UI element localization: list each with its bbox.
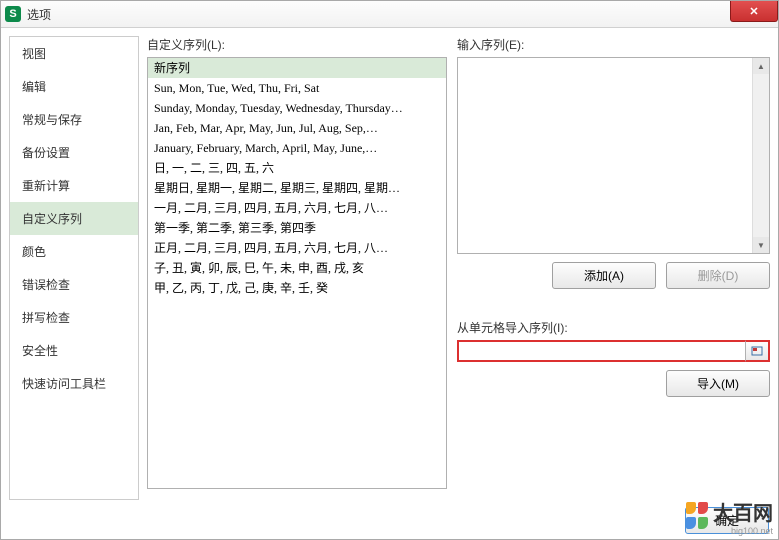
input-list-label: 输入序列(E): <box>457 36 770 53</box>
delete-button[interactable]: 删除(D) <box>666 262 770 289</box>
sidebar-item-quick-access[interactable]: 快速访问工具栏 <box>10 367 138 400</box>
sidebar: 视图 编辑 常规与保存 备份设置 重新计算 自定义序列 颜色 错误检查 拼写检查… <box>9 36 139 500</box>
sidebar-item-error-check[interactable]: 错误检查 <box>10 268 138 301</box>
list-item[interactable]: 正月, 二月, 三月, 四月, 五月, 六月, 七月, 八… <box>148 238 446 258</box>
sidebar-item-security[interactable]: 安全性 <box>10 334 138 367</box>
import-button[interactable]: 导入(M) <box>666 370 770 397</box>
list-item[interactable]: Sunday, Monday, Tuesday, Wednesday, Thur… <box>148 98 446 118</box>
list-item[interactable]: Sun, Mon, Tue, Wed, Thu, Fri, Sat <box>148 78 446 98</box>
app-icon: S <box>5 6 21 22</box>
list-item[interactable]: 日, 一, 二, 三, 四, 五, 六 <box>148 158 446 178</box>
range-picker-icon <box>751 346 763 356</box>
sidebar-item-custom-list[interactable]: 自定义序列 <box>10 202 138 235</box>
scrollbar[interactable]: ▲ ▼ <box>752 58 769 253</box>
sidebar-item-recalc[interactable]: 重新计算 <box>10 169 138 202</box>
custom-list-label: 自定义序列(L): <box>147 36 447 53</box>
list-item[interactable]: 甲, 乙, 丙, 丁, 戊, 己, 庚, 辛, 壬, 癸 <box>148 278 446 298</box>
add-button[interactable]: 添加(A) <box>552 262 656 289</box>
list-item[interactable]: 星期日, 星期一, 星期二, 星期三, 星期四, 星期… <box>148 178 446 198</box>
sidebar-item-backup[interactable]: 备份设置 <box>10 136 138 169</box>
ok-button[interactable]: 确定 <box>685 507 769 534</box>
custom-list-box[interactable]: 新序列 Sun, Mon, Tue, Wed, Thu, Fri, Sat Su… <box>147 57 447 489</box>
sidebar-item-color[interactable]: 颜色 <box>10 235 138 268</box>
sidebar-item-general-save[interactable]: 常规与保存 <box>10 103 138 136</box>
sidebar-item-spell-check[interactable]: 拼写检查 <box>10 301 138 334</box>
list-item[interactable]: Jan, Feb, Mar, Apr, May, Jun, Jul, Aug, … <box>148 118 446 138</box>
scroll-down-icon[interactable]: ▼ <box>753 237 769 253</box>
titlebar: S 选项 ✕ <box>1 1 778 28</box>
sidebar-item-view[interactable]: 视图 <box>10 37 138 70</box>
window-title: 选项 <box>27 6 51 23</box>
list-item[interactable]: 子, 丑, 寅, 卯, 辰, 巳, 午, 未, 申, 酉, 戌, 亥 <box>148 258 446 278</box>
range-picker-button[interactable] <box>745 340 770 362</box>
sidebar-item-edit[interactable]: 编辑 <box>10 70 138 103</box>
close-button[interactable]: ✕ <box>730 1 778 22</box>
list-item[interactable]: January, February, March, April, May, Ju… <box>148 138 446 158</box>
close-icon: ✕ <box>749 5 758 18</box>
scroll-up-icon[interactable]: ▲ <box>753 58 769 74</box>
import-label: 从单元格导入序列(I): <box>457 319 770 336</box>
import-range-input[interactable] <box>457 340 745 362</box>
input-list-box[interactable]: ▲ ▼ <box>457 57 770 254</box>
list-item[interactable]: 第一季, 第二季, 第三季, 第四季 <box>148 218 446 238</box>
list-item[interactable]: 新序列 <box>148 58 446 78</box>
list-item[interactable]: 一月, 二月, 三月, 四月, 五月, 六月, 七月, 八… <box>148 198 446 218</box>
